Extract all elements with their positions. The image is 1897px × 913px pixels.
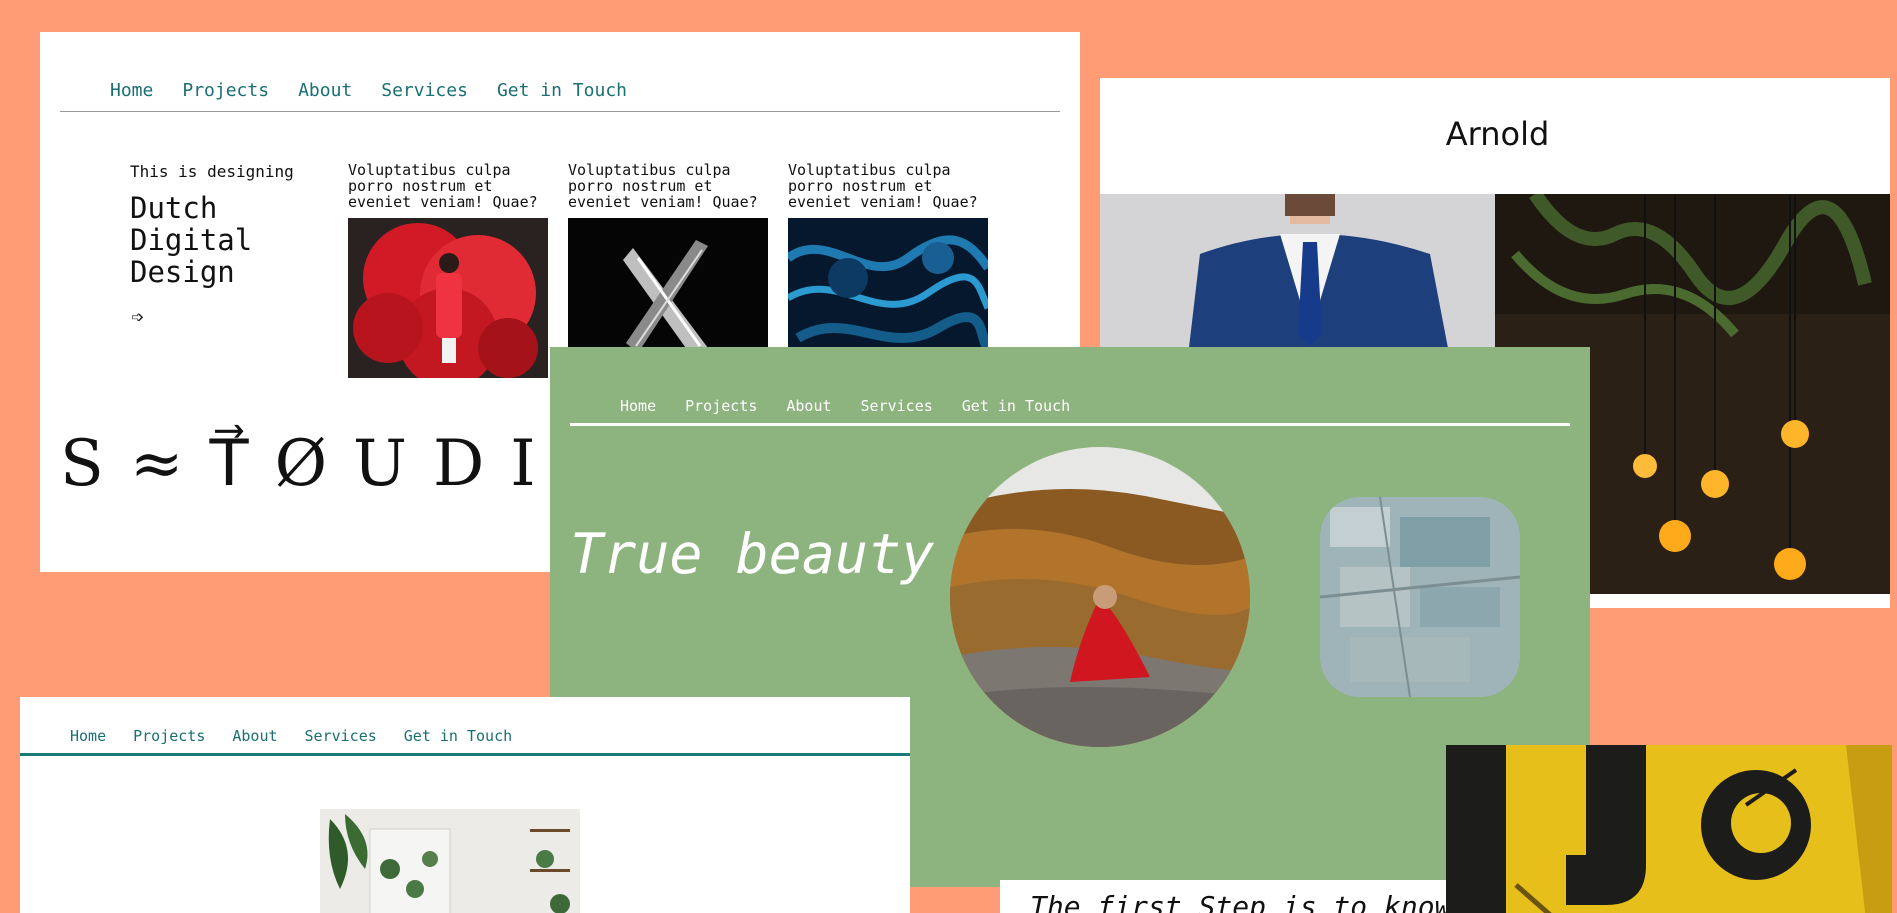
arrow-icon[interactable]: ➩ [131, 306, 144, 331]
nav-about[interactable]: About [232, 727, 277, 745]
intro-text: This is designing [130, 162, 294, 181]
project-description: Voluptatibus culpa porro nostrum et even… [568, 161, 758, 211]
nav-about[interactable]: About [786, 397, 831, 415]
yellow-graffiti-photo[interactable] [1446, 745, 1892, 913]
nav-services[interactable]: Services [305, 727, 377, 745]
red-smoke-hoodie-photo[interactable] [348, 218, 548, 388]
project-column: Voluptatibus culpa porro nostrum et even… [348, 161, 548, 388]
nav-divider [570, 423, 1570, 426]
hero-heading-line: Digital [130, 223, 253, 257]
map-collage-photo[interactable] [1320, 497, 1520, 697]
plant-shelf-photo[interactable] [320, 809, 580, 913]
nav-projects[interactable]: Projects [685, 397, 757, 415]
nav-divider [20, 753, 910, 756]
arnold-title: Arnold [1445, 115, 1550, 153]
plant-card: Home Projects About Services Get in Touc… [20, 697, 910, 913]
nav-about[interactable]: About [298, 80, 352, 101]
hero-heading-line: Design [130, 255, 235, 289]
first-step-card: The first Step is to know [1000, 880, 1446, 913]
project-column: Voluptatibus culpa porro nostrum et even… [785, 161, 993, 378]
nav-home[interactable]: Home [110, 80, 153, 101]
yellow-card [1446, 745, 1892, 913]
project-description: Voluptatibus culpa porro nostrum et even… [788, 161, 978, 211]
first-step-text: The first Step is to know [1030, 890, 1446, 913]
nav-services[interactable]: Services [861, 397, 933, 415]
plant-nav: Home Projects About Services Get in Touc… [70, 727, 539, 745]
beauty-nav: Home Projects About Services Get in Touc… [620, 397, 1099, 415]
hero-heading-line: Dutch [130, 191, 218, 225]
project-description: Voluptatibus culpa porro nostrum et even… [348, 161, 538, 211]
hero-heading: Dutch Digital Design [130, 192, 330, 288]
studio-nav: Home Projects About Services Get in Touc… [110, 80, 656, 101]
nav-get-in-touch[interactable]: Get in Touch [497, 80, 627, 101]
woman-red-dress-mountain-photo[interactable] [950, 447, 1250, 747]
nav-home[interactable]: Home [620, 397, 656, 415]
nav-home[interactable]: Home [70, 727, 106, 745]
nav-divider [60, 111, 1060, 112]
beauty-headline: True beauty [570, 522, 935, 586]
nav-projects[interactable]: Projects [133, 727, 205, 745]
nav-get-in-touch[interactable]: Get in Touch [962, 397, 1070, 415]
nav-get-in-touch[interactable]: Get in Touch [404, 727, 512, 745]
nav-projects[interactable]: Projects [182, 80, 269, 101]
project-column: Voluptatibus culpa porro nostrum et even… [568, 162, 768, 378]
nav-services[interactable]: Services [381, 80, 468, 101]
